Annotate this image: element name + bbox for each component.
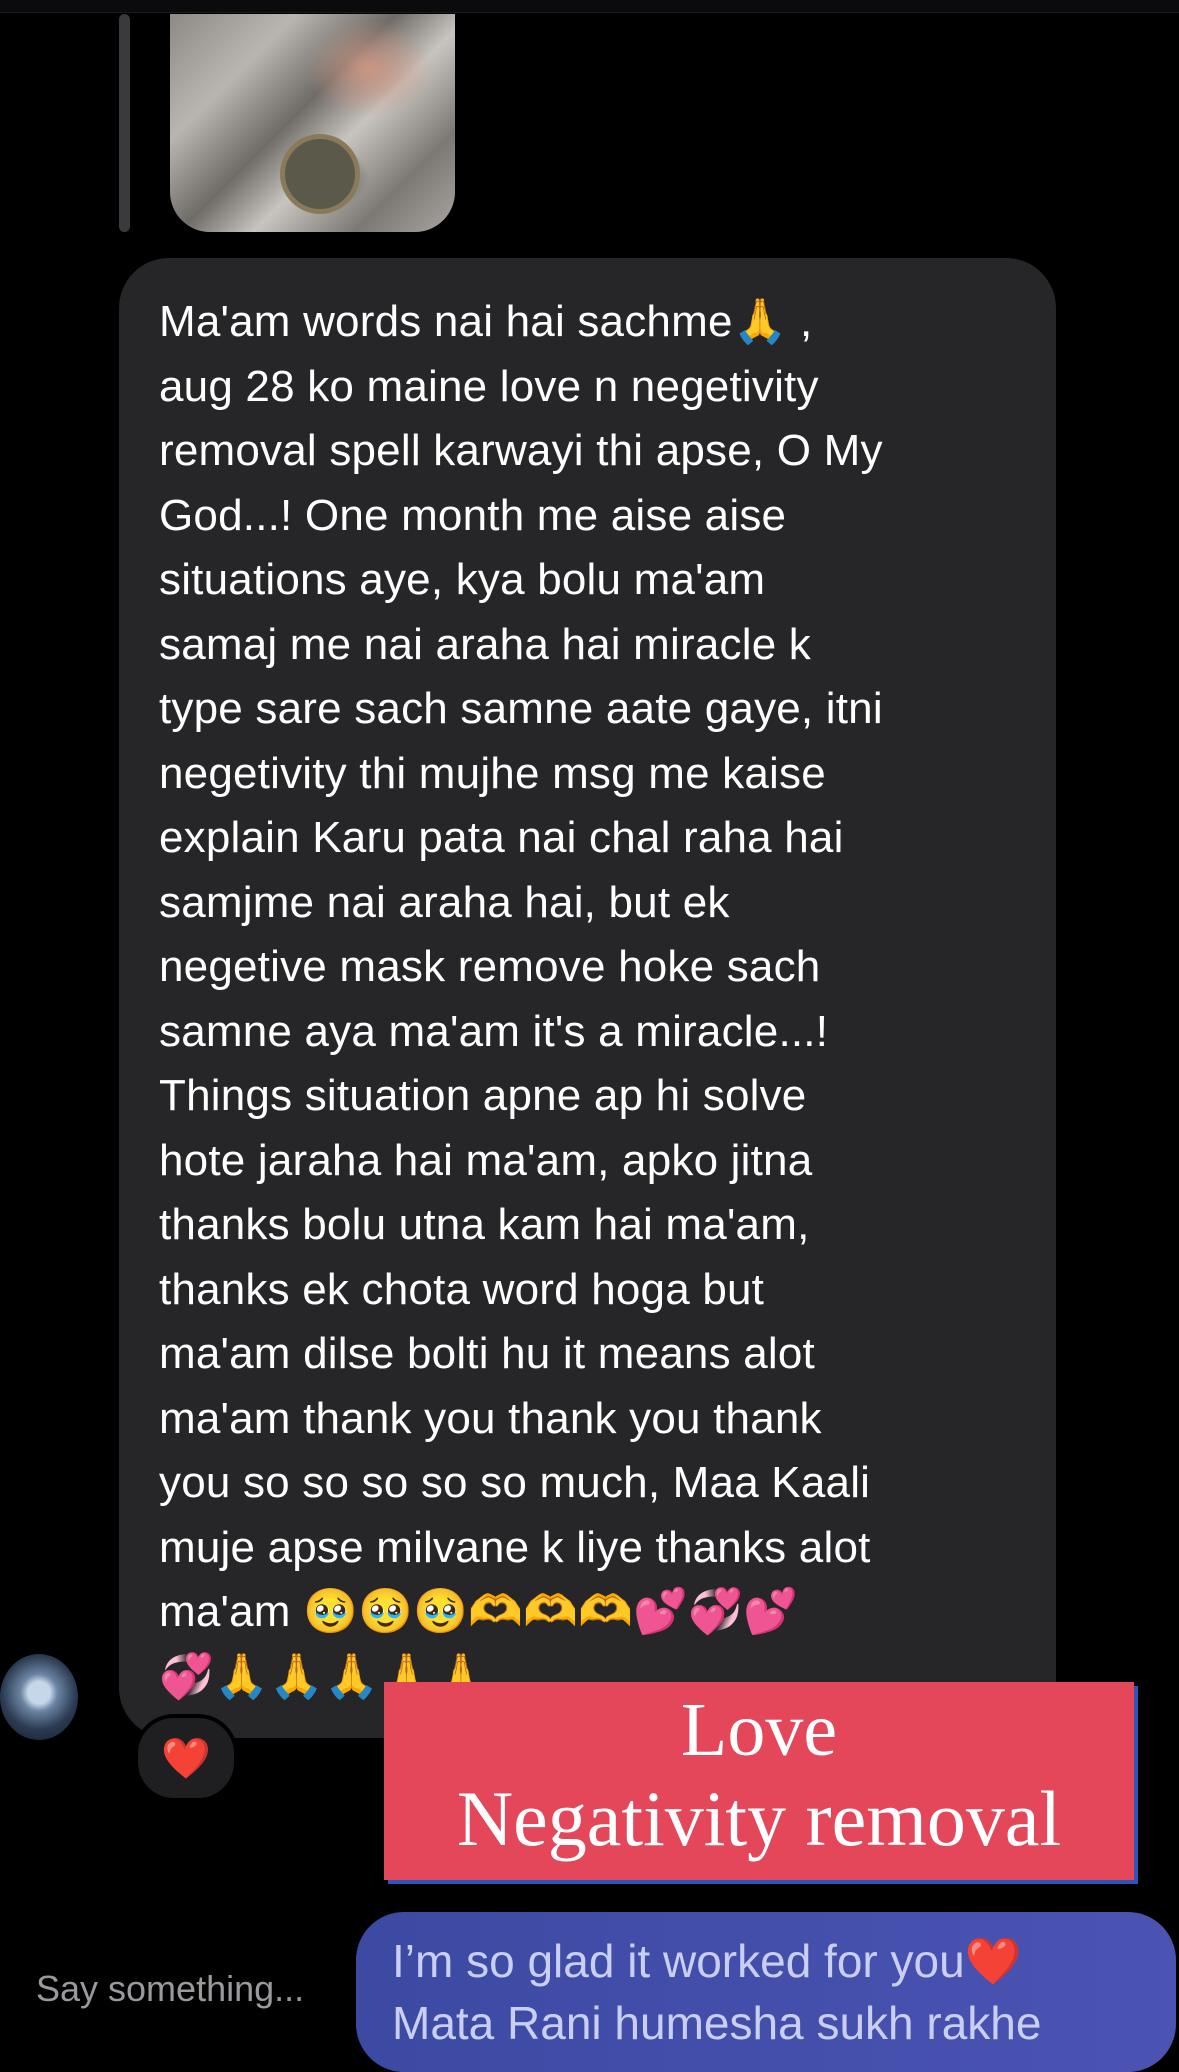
message-reaction[interactable]: ❤️ — [134, 1714, 238, 1802]
message-input[interactable]: Say something... — [36, 1968, 304, 2010]
photo-object — [280, 134, 360, 214]
incoming-message-text: Ma'am words nai hai sachme🙏 , aug 28 ko … — [159, 297, 883, 1701]
overlay-title: Love — [680, 1688, 838, 1772]
shared-photo[interactable] — [170, 14, 455, 232]
reply-indicator — [119, 14, 130, 232]
outgoing-line-1: I’m so glad it worked for you — [392, 1935, 965, 1987]
status-bar-edge — [0, 0, 1179, 13]
heart-icon: ❤️ — [964, 1935, 1022, 1987]
sender-avatar[interactable] — [0, 1654, 78, 1740]
outgoing-line-2: Mata Rani humesha sukh rakhe — [392, 1997, 1042, 2049]
heart-icon: ❤️ — [161, 1736, 211, 1781]
overlay-subtitle: Negativity removal — [456, 1775, 1062, 1862]
outgoing-message-text: I’m so glad it worked for you❤️ Mata Ran… — [392, 1930, 1140, 2054]
incoming-message-bubble[interactable]: Ma'am words nai hai sachme🙏 , aug 28 ko … — [119, 258, 1056, 1738]
outgoing-message-bubble[interactable]: I’m so glad it worked for you❤️ Mata Ran… — [356, 1912, 1176, 2072]
overlay-banner: Love Negativity removal — [384, 1682, 1134, 1880]
